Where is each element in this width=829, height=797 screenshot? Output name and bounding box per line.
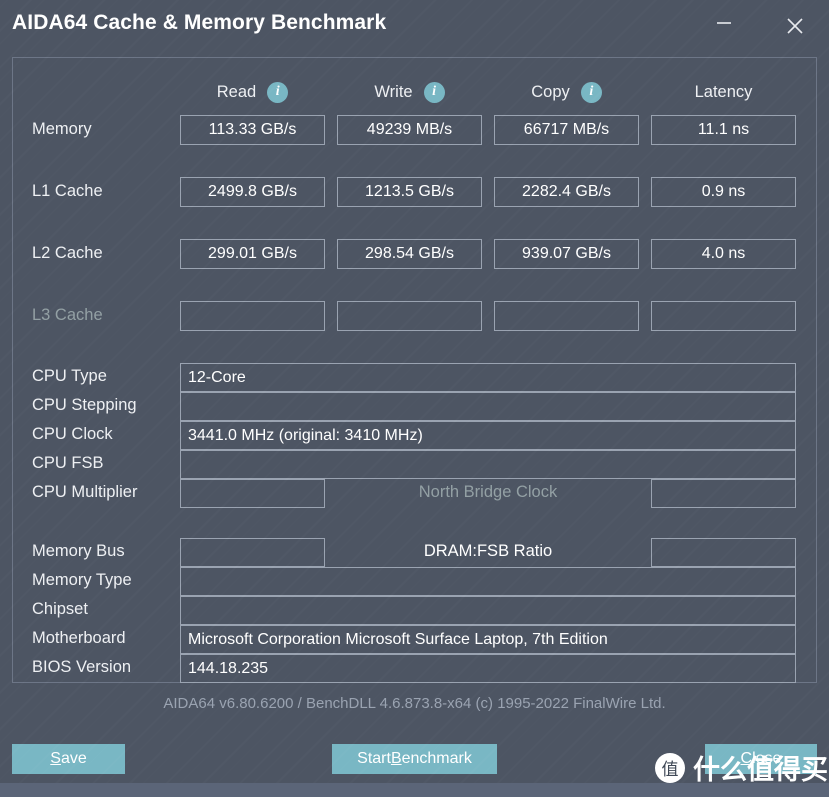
memory-type-value <box>180 567 796 596</box>
save-button-accel: S <box>50 750 61 767</box>
benchmark-row-label-l3-cache: L3 Cache <box>32 306 103 324</box>
version-info: AIDA64 v6.80.6200 / BenchDLL 4.6.873.8-x… <box>163 695 666 712</box>
benchmark-value-l3-latency <box>651 301 796 331</box>
column-header-latency-label: Latency <box>694 82 753 101</box>
cpu-multiplier-value <box>180 479 325 508</box>
save-button-suffix: ave <box>60 750 87 767</box>
column-header-read-label: Read <box>216 82 257 101</box>
memory-type-label: Memory Type <box>32 571 132 589</box>
benchmark-value-l2-copy: 939.07 GB/s <box>494 239 639 269</box>
column-header-write: Write i <box>337 80 482 104</box>
benchmark-row-label-l2-cache: L2 Cache <box>32 244 103 262</box>
benchmark-value-l1-read: 2499.8 GB/s <box>180 177 325 207</box>
column-header-latency: Latency <box>651 80 796 104</box>
cpu-multiplier-label: CPU Multiplier <box>32 483 138 501</box>
dram-fsb-ratio-value <box>651 538 796 567</box>
close-dialog-accel: C <box>740 750 753 767</box>
close-icon <box>773 17 817 35</box>
memory-bus-label: Memory Bus <box>32 542 125 560</box>
benchmark-value-l2-read: 299.01 GB/s <box>180 239 325 269</box>
dram-fsb-ratio-label: DRAM:FSB Ratio <box>423 542 553 560</box>
info-icon[interactable]: i <box>580 81 602 103</box>
minimize-button[interactable] <box>702 6 746 44</box>
benchmark-value-l1-write: 1213.5 GB/s <box>337 177 482 207</box>
benchmark-value-memory-copy: 66717 MB/s <box>494 115 639 145</box>
title-bar: AIDA64 Cache & Memory Benchmark <box>0 0 829 50</box>
cpu-type-label: CPU Type <box>32 367 107 385</box>
column-header-copy: Copy i <box>494 80 639 104</box>
save-button[interactable]: Save <box>12 744 125 774</box>
cpu-stepping-value <box>180 392 796 421</box>
bios-version-value: 144.18.235 <box>180 654 796 683</box>
benchmark-value-l3-read <box>180 301 325 331</box>
cpu-fsb-value <box>180 450 796 479</box>
motherboard-label: Motherboard <box>32 629 126 647</box>
watermark-badge-icon: 值 <box>655 752 685 783</box>
status-bar <box>0 783 829 797</box>
cpu-clock-value: 3441.0 MHz (original: 3410 MHz) <box>180 421 796 450</box>
start-benchmark-suffix: enchmark <box>401 750 472 767</box>
benchmark-row-label-l1-cache: L1 Cache <box>32 182 103 200</box>
memory-bus-value <box>180 538 325 567</box>
cpu-type-value: 12-Core <box>180 363 796 392</box>
column-header-write-label: Write <box>374 82 413 101</box>
north-bridge-clock-value <box>651 479 796 508</box>
column-header-copy-label: Copy <box>531 82 570 101</box>
benchmark-value-memory-latency: 11.1 ns <box>651 115 796 145</box>
benchmark-value-memory-read: 113.33 GB/s <box>180 115 325 145</box>
benchmark-value-l2-write: 298.54 GB/s <box>337 239 482 269</box>
start-benchmark-button[interactable]: Start Benchmark <box>332 744 497 774</box>
bios-version-label: BIOS Version <box>32 658 132 676</box>
close-button[interactable] <box>773 6 817 44</box>
column-header-read: Read i <box>180 80 325 104</box>
start-benchmark-prefix: Start <box>357 750 391 767</box>
info-icon[interactable]: i <box>423 81 445 103</box>
chipset-value <box>180 596 796 625</box>
benchmark-value-l1-latency: 0.9 ns <box>651 177 796 207</box>
window-title: AIDA64 Cache & Memory Benchmark <box>12 11 387 34</box>
cpu-fsb-label: CPU FSB <box>32 454 104 472</box>
benchmark-value-memory-write: 49239 MB/s <box>337 115 482 145</box>
north-bridge-clock-label: North Bridge Clock <box>418 483 558 501</box>
start-benchmark-accel: B <box>390 750 402 767</box>
benchmark-value-l2-latency: 4.0 ns <box>651 239 796 269</box>
benchmark-value-l1-copy: 2282.4 GB/s <box>494 177 639 207</box>
minimize-icon <box>702 17 746 29</box>
motherboard-value: Microsoft Corporation Microsoft Surface … <box>180 625 796 654</box>
cpu-clock-label: CPU Clock <box>32 425 113 443</box>
chipset-label: Chipset <box>32 600 88 618</box>
info-icon[interactable]: i <box>267 81 289 103</box>
benchmark-value-l3-write <box>337 301 482 331</box>
close-dialog-suffix: lose <box>752 750 782 767</box>
benchmark-row-label-memory: Memory <box>32 120 92 138</box>
cpu-stepping-label: CPU Stepping <box>32 396 137 414</box>
close-dialog-button[interactable]: Close <box>705 744 817 774</box>
benchmark-value-l3-copy <box>494 301 639 331</box>
